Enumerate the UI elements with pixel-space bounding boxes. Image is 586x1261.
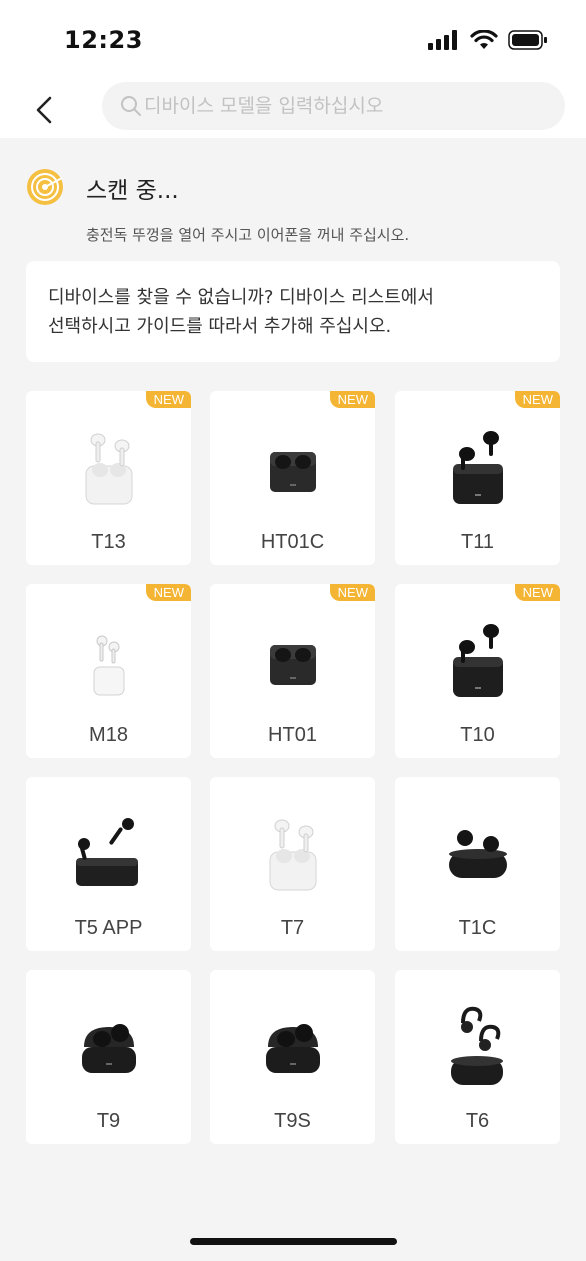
device-image xyxy=(395,413,560,523)
wifi-icon xyxy=(470,30,498,49)
device-card[interactable]: T1C xyxy=(395,777,560,951)
device-name: T11 xyxy=(461,531,494,553)
device-image xyxy=(395,799,560,909)
new-badge: NEW xyxy=(514,584,560,601)
device-card[interactable]: T9 xyxy=(26,970,191,1144)
radar-scan-icon xyxy=(27,169,63,205)
search-icon xyxy=(120,95,142,117)
device-list-notice: 디바이스를 찾을 수 없습니까? 디바이스 리스트에서 선택하시고 가이드를 따… xyxy=(26,261,560,362)
device-name: T10 xyxy=(460,724,495,746)
notice-line-2: 선택하시고 가이드를 따라서 추가해 주십시오. xyxy=(48,316,392,337)
device-name: T1C xyxy=(458,917,497,939)
new-badge: NEW xyxy=(329,584,375,601)
device-image xyxy=(26,413,191,523)
device-card[interactable]: NEW HT01 xyxy=(210,584,375,758)
device-name: T5 APP xyxy=(74,917,143,939)
search-bar[interactable] xyxy=(102,82,565,130)
device-image xyxy=(210,992,375,1102)
device-name: T9S xyxy=(274,1110,311,1132)
device-name: T7 xyxy=(280,917,305,939)
device-image xyxy=(210,606,375,716)
device-name: T6 xyxy=(465,1110,490,1132)
battery-icon xyxy=(508,30,547,50)
status-time: 12:23 xyxy=(64,26,143,54)
device-card[interactable]: NEW M18 xyxy=(26,584,191,758)
device-card[interactable]: NEW T10 xyxy=(395,584,560,758)
notice-line-1: 디바이스를 찾을 수 없습니까? 디바이스 리스트에서 xyxy=(48,287,434,308)
back-button[interactable] xyxy=(28,90,60,130)
home-indicator[interactable] xyxy=(190,1238,397,1245)
device-image xyxy=(210,799,375,909)
device-card[interactable]: T6 xyxy=(395,970,560,1144)
device-image xyxy=(26,799,191,909)
device-image xyxy=(26,992,191,1102)
device-card[interactable]: T9S xyxy=(210,970,375,1144)
scan-instruction: 충전독 뚜껑을 열어 주시고 이어폰을 꺼내 주십시오. xyxy=(86,226,410,244)
device-name: HT01 xyxy=(268,724,317,746)
new-badge: NEW xyxy=(145,584,191,601)
search-input[interactable] xyxy=(142,95,544,117)
scan-status-title: 스캔 중... xyxy=(86,178,179,204)
device-card[interactable]: T7 xyxy=(210,777,375,951)
device-card[interactable]: T5 APP xyxy=(26,777,191,951)
device-card[interactable]: NEW T13 xyxy=(26,391,191,565)
device-name: HT01C xyxy=(260,531,325,553)
device-image xyxy=(210,413,375,523)
new-badge: NEW xyxy=(329,391,375,408)
device-card[interactable]: NEW HT01C xyxy=(210,391,375,565)
status-icons xyxy=(428,30,548,50)
device-name: M18 xyxy=(89,724,128,746)
device-card[interactable]: NEW T11 xyxy=(395,391,560,565)
new-badge: NEW xyxy=(145,391,191,408)
cellular-signal-icon xyxy=(428,30,457,50)
device-image xyxy=(395,606,560,716)
top-nav xyxy=(0,82,586,138)
device-image xyxy=(395,992,560,1102)
new-badge: NEW xyxy=(514,391,560,408)
device-name: T9 xyxy=(96,1110,121,1132)
main-content: 스캔 중... 충전독 뚜껑을 열어 주시고 이어폰을 꺼내 주십시오. 디바이… xyxy=(4,138,582,1261)
chevron-left-icon xyxy=(36,96,52,124)
device-name: T13 xyxy=(91,531,126,553)
device-image xyxy=(26,606,191,716)
status-bar: 12:23 xyxy=(0,0,586,82)
